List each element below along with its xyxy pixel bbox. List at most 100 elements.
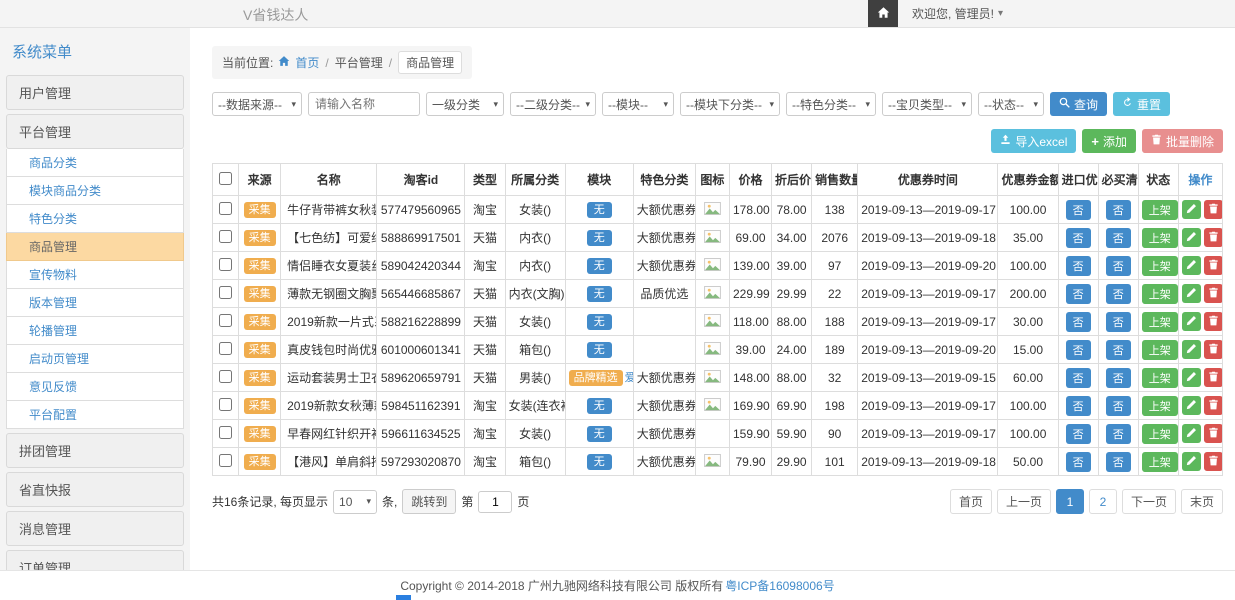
icp-link[interactable]: 粤ICP备16098006号 <box>725 577 834 594</box>
edit-button[interactable] <box>1182 228 1201 247</box>
status-select[interactable]: --状态--▾ <box>978 92 1044 116</box>
must-buy-toggle[interactable]: 否 <box>1106 200 1131 220</box>
page-button-nav[interactable]: 下一页 <box>1122 489 1176 514</box>
row-checkbox[interactable] <box>219 314 232 327</box>
import-select-toggle[interactable]: 否 <box>1066 284 1091 304</box>
page-button-nav[interactable]: 末页 <box>1181 489 1223 514</box>
must-buy-toggle[interactable]: 否 <box>1106 340 1131 360</box>
sidebar-group-item[interactable]: 消息管理 <box>6 511 184 546</box>
add-button[interactable]: + 添加 <box>1082 129 1136 153</box>
status-toggle[interactable]: 上架 <box>1142 452 1178 472</box>
sidebar-group-item[interactable]: 平台管理 <box>6 114 184 149</box>
reset-button[interactable]: 重置 <box>1113 92 1170 116</box>
per-page-select[interactable]: 10 ▾ <box>333 490 377 514</box>
edit-button[interactable] <box>1182 340 1201 359</box>
must-buy-toggle[interactable]: 否 <box>1106 452 1131 472</box>
import-select-toggle[interactable]: 否 <box>1066 340 1091 360</box>
row-checkbox[interactable] <box>219 398 232 411</box>
sidebar-sub-item[interactable]: 特色分类 <box>6 205 184 233</box>
scrollbar-thumb[interactable] <box>396 595 411 600</box>
import-excel-button[interactable]: 导入excel <box>991 129 1076 153</box>
status-toggle[interactable]: 上架 <box>1142 340 1178 360</box>
must-buy-toggle[interactable]: 否 <box>1106 424 1131 444</box>
import-select-toggle[interactable]: 否 <box>1066 424 1091 444</box>
sidebar-sub-item[interactable]: 轮播管理 <box>6 317 184 345</box>
row-checkbox[interactable] <box>219 258 232 271</box>
must-buy-toggle[interactable]: 否 <box>1106 396 1131 416</box>
edit-button[interactable] <box>1182 200 1201 219</box>
sidebar-sub-item[interactable]: 平台配置 <box>6 401 184 429</box>
import-select-toggle[interactable]: 否 <box>1066 200 1091 220</box>
delete-button[interactable] <box>1204 396 1223 415</box>
must-buy-toggle[interactable]: 否 <box>1106 256 1131 276</box>
edit-button[interactable] <box>1182 256 1201 275</box>
sidebar-sub-item[interactable]: 商品管理 <box>6 233 184 261</box>
page-button-nav[interactable]: 首页 <box>950 489 992 514</box>
must-buy-toggle[interactable]: 否 <box>1106 368 1131 388</box>
level1-category-select[interactable]: 一级分类▾ <box>426 92 504 116</box>
status-toggle[interactable]: 上架 <box>1142 284 1178 304</box>
name-input[interactable] <box>308 92 420 116</box>
row-checkbox[interactable] <box>219 454 232 467</box>
import-select-toggle[interactable]: 否 <box>1066 452 1091 472</box>
row-checkbox[interactable] <box>219 202 232 215</box>
delete-button[interactable] <box>1204 340 1223 359</box>
delete-button[interactable] <box>1204 256 1223 275</box>
import-select-toggle[interactable]: 否 <box>1066 312 1091 332</box>
import-select-toggle[interactable]: 否 <box>1066 256 1091 276</box>
import-select-toggle[interactable]: 否 <box>1066 396 1091 416</box>
sidebar-sub-item[interactable]: 启动页管理 <box>6 345 184 373</box>
sidebar-group-item[interactable]: 用户管理 <box>6 75 184 110</box>
home-button[interactable] <box>868 0 898 27</box>
status-toggle[interactable]: 上架 <box>1142 368 1178 388</box>
page-button-page-2[interactable]: 2 <box>1089 489 1117 514</box>
status-toggle[interactable]: 上架 <box>1142 312 1178 332</box>
delete-button[interactable] <box>1204 368 1223 387</box>
status-toggle[interactable]: 上架 <box>1142 256 1178 276</box>
row-checkbox[interactable] <box>219 370 232 383</box>
sidebar-sub-item[interactable]: 商品分类 <box>6 149 184 177</box>
module-select[interactable]: --模块--▾ <box>602 92 674 116</box>
edit-button[interactable] <box>1182 368 1201 387</box>
delete-button[interactable] <box>1204 284 1223 303</box>
user-menu[interactable]: 欢迎您, 管理员! ▾ <box>912 5 1003 22</box>
edit-button[interactable] <box>1182 312 1201 331</box>
sidebar-group-item[interactable]: 拼团管理 <box>6 433 184 468</box>
sidebar-sub-item[interactable]: 版本管理 <box>6 289 184 317</box>
module-sub-category-select[interactable]: --模块下分类--▾ <box>680 92 780 116</box>
row-checkbox[interactable] <box>219 286 232 299</box>
sidebar-sub-item[interactable]: 模块商品分类 <box>6 177 184 205</box>
item-type-select[interactable]: --宝贝类型--▾ <box>882 92 972 116</box>
select-all-checkbox[interactable] <box>219 172 232 185</box>
import-select-toggle[interactable]: 否 <box>1066 368 1091 388</box>
edit-button[interactable] <box>1182 424 1201 443</box>
breadcrumb-home-link[interactable]: 首页 <box>295 54 319 71</box>
sidebar-sub-item[interactable]: 意见反馈 <box>6 373 184 401</box>
search-button[interactable]: 查询 <box>1050 92 1107 116</box>
jump-button[interactable]: 跳转到 <box>402 489 456 514</box>
delete-button[interactable] <box>1204 312 1223 331</box>
data-source-select[interactable]: --数据来源--▾ <box>212 92 302 116</box>
page-button-nav[interactable]: 上一页 <box>997 489 1051 514</box>
status-toggle[interactable]: 上架 <box>1142 228 1178 248</box>
level2-category-select[interactable]: --二级分类--▾ <box>510 92 596 116</box>
edit-button[interactable] <box>1182 284 1201 303</box>
batch-delete-button[interactable]: 批量删除 <box>1142 129 1223 153</box>
row-checkbox[interactable] <box>219 342 232 355</box>
delete-button[interactable] <box>1204 452 1223 471</box>
row-checkbox[interactable] <box>219 426 232 439</box>
sidebar-group-item[interactable]: 省直快报 <box>6 472 184 507</box>
import-select-toggle[interactable]: 否 <box>1066 228 1091 248</box>
status-toggle[interactable]: 上架 <box>1142 396 1178 416</box>
status-toggle[interactable]: 上架 <box>1142 424 1178 444</box>
must-buy-toggle[interactable]: 否 <box>1106 228 1131 248</box>
page-button-page-1[interactable]: 1 <box>1056 489 1084 514</box>
row-checkbox[interactable] <box>219 230 232 243</box>
delete-button[interactable] <box>1204 424 1223 443</box>
sidebar-sub-item[interactable]: 宣传物料 <box>6 261 184 289</box>
edit-button[interactable] <box>1182 452 1201 471</box>
featured-category-select[interactable]: --特色分类--▾ <box>786 92 876 116</box>
status-toggle[interactable]: 上架 <box>1142 200 1178 220</box>
delete-button[interactable] <box>1204 228 1223 247</box>
delete-button[interactable] <box>1204 200 1223 219</box>
